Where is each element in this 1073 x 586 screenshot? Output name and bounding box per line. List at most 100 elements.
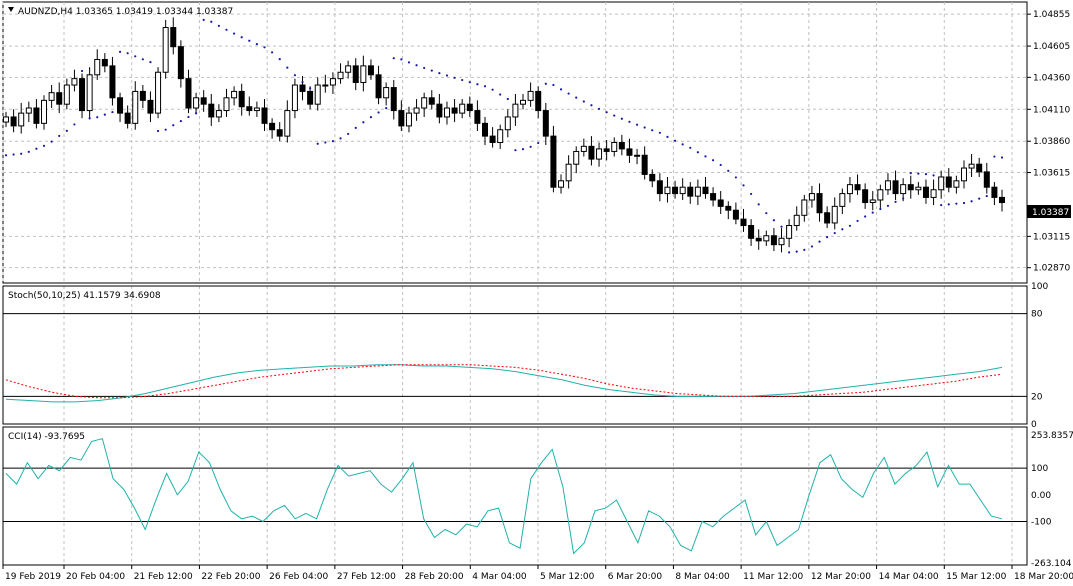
- sar-dot: [240, 36, 243, 39]
- candle-body: [938, 176, 945, 191]
- sar-dot: [476, 83, 479, 86]
- candle-body: [10, 116, 17, 127]
- time-axis: 19 Feb 2019 20 Feb 04:00 21 Feb 12:00 22 Fe…: [2, 565, 1073, 582]
- candle-body: [877, 189, 884, 201]
- candle-body: [466, 103, 473, 112]
- candle-body: [626, 148, 633, 156]
- sar-dot: [126, 52, 129, 55]
- sar-dot: [742, 184, 745, 187]
- candle-body: [649, 173, 656, 182]
- trading-chart[interactable]: 1.04855 1.04605 1.04360 1.04110 1.03860 1.036…: [0, 0, 1073, 586]
- candle-body: [641, 154, 648, 175]
- candle-body: [413, 107, 420, 114]
- candle-body: [558, 180, 565, 188]
- sar-dot: [293, 74, 297, 77]
- candle-body: [634, 154, 641, 157]
- price-tick-label: 1.02870: [1033, 264, 1070, 274]
- sar-dot: [795, 250, 798, 253]
- candle-body: [725, 205, 732, 211]
- candle-body: [155, 71, 162, 114]
- sar-dot: [765, 212, 768, 215]
- candle-body: [170, 27, 177, 48]
- candle-body: [71, 78, 78, 86]
- sar-dot: [50, 140, 53, 143]
- price-tick-label: 1.03615: [1033, 169, 1070, 179]
- candle-body: [489, 135, 496, 143]
- candle-body: [18, 112, 25, 127]
- sar-dot: [597, 107, 601, 110]
- sar-dot: [978, 197, 981, 200]
- sar-dot: [400, 58, 403, 61]
- candle-body: [945, 176, 952, 188]
- candle-body: [580, 145, 587, 152]
- time-tick-label: 26 Feb 04:00: [269, 572, 328, 582]
- sar-dot: [727, 169, 730, 172]
- sar-dot: [194, 112, 198, 115]
- sar-dot: [651, 129, 654, 132]
- candle-body: [345, 65, 352, 73]
- candle-body: [436, 103, 443, 118]
- candle-body: [884, 180, 891, 191]
- chart-title: AUDNZD,H4 1.03365 1.03419 1.03344 1.0338…: [18, 7, 233, 17]
- candle-body: [25, 107, 32, 114]
- candle-body: [246, 106, 253, 112]
- candle-body: [360, 65, 367, 83]
- candle-body: [3, 116, 9, 123]
- sar-dot: [772, 219, 776, 222]
- sar-dot: [749, 192, 753, 196]
- candle-body: [147, 99, 154, 114]
- sar-dot: [65, 129, 68, 132]
- sar-dot: [962, 201, 966, 205]
- candle-body: [459, 103, 466, 114]
- sar-dot: [232, 32, 236, 35]
- candle-body: [109, 65, 116, 99]
- price-tick-label: 1.04855: [1033, 10, 1070, 20]
- dropdown-triangle-icon[interactable]: [8, 7, 14, 12]
- time-tick-label: 4 Mar 04:00: [472, 572, 527, 582]
- candle-body: [56, 92, 63, 105]
- candle-body: [656, 180, 663, 195]
- candle-body: [162, 27, 169, 73]
- sar-dot: [4, 154, 8, 157]
- time-tick-label: 14 Mar 04:00: [879, 572, 939, 582]
- sar-dot: [385, 107, 388, 110]
- candle-body: [755, 237, 762, 242]
- candle-body: [314, 84, 321, 105]
- candle-body: [854, 184, 861, 191]
- sar-dot: [848, 224, 852, 227]
- sar-dot: [879, 207, 882, 211]
- sar-dot: [80, 69, 84, 73]
- candle-body: [79, 78, 86, 112]
- candle-body: [869, 199, 876, 204]
- stochastic-axis: 100 80 20 0: [1031, 282, 1048, 430]
- sar-dot: [529, 145, 532, 148]
- sar-dot: [438, 71, 441, 75]
- sar-dot: [506, 97, 509, 101]
- sar-dot: [255, 42, 259, 46]
- candle-body: [953, 180, 960, 188]
- sar-dot: [658, 131, 661, 134]
- sar-dot: [803, 248, 806, 251]
- candle-body: [968, 163, 975, 169]
- candle-body: [922, 186, 929, 198]
- candle-body: [740, 218, 747, 227]
- candle-body: [596, 148, 603, 160]
- sar-dot: [225, 28, 228, 31]
- candle-body: [915, 186, 922, 191]
- stochastic-pane[interactable]: 100 80 20 0 Stoch(50,10,25) 41.1579 34.6908: [2, 282, 1048, 430]
- candle-body: [428, 97, 435, 105]
- candle-body: [983, 171, 990, 188]
- candle-body: [337, 71, 344, 80]
- sar-dot: [575, 96, 578, 99]
- candle-body: [702, 186, 709, 195]
- sar-dot: [73, 123, 76, 126]
- candle-body: [322, 84, 329, 87]
- sar-dot: [818, 240, 821, 243]
- candle-body: [603, 148, 610, 152]
- sar-dot: [12, 153, 15, 156]
- candle-body: [63, 84, 70, 105]
- sar-dot: [217, 24, 220, 27]
- sar-dot: [103, 113, 106, 116]
- time-tick-label: 6 Mar 20:00: [608, 572, 663, 582]
- sar-dot: [666, 135, 669, 139]
